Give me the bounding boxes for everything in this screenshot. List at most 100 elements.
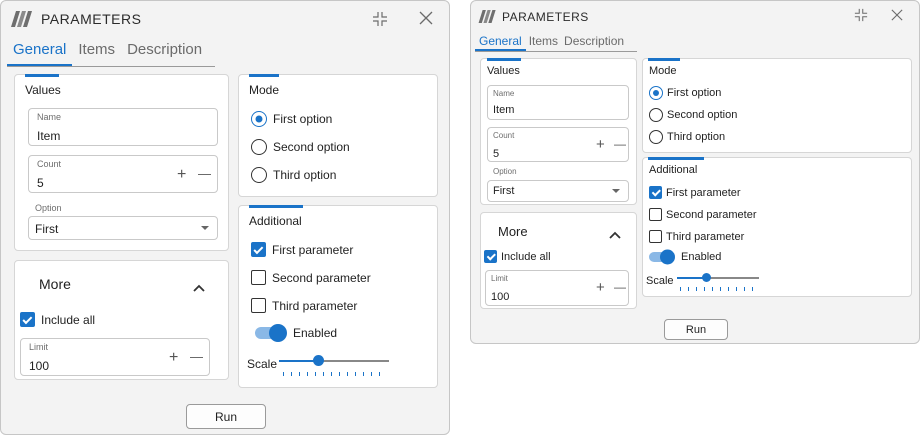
third-parameter-checkbox[interactable]: Third parameter <box>649 230 744 243</box>
count-field[interactable]: Count 5 + — <box>28 155 218 193</box>
second-parameter-checkbox[interactable]: Second parameter <box>649 208 757 221</box>
radio-selected-icon <box>251 111 267 127</box>
values-title: Values <box>25 83 61 97</box>
checkbox-checked-icon <box>20 312 35 327</box>
app-logo-icon <box>11 11 32 27</box>
parameter-label: Third parameter <box>272 298 358 313</box>
slider-ticks <box>283 372 383 376</box>
name-field[interactable]: Name Item <box>487 85 629 120</box>
app-logo-icon <box>478 10 496 23</box>
option-select[interactable]: First <box>28 216 218 240</box>
option-label: Option <box>35 203 62 213</box>
first-parameter-checkbox[interactable]: First parameter <box>251 242 353 257</box>
tab-description[interactable]: Description <box>121 41 208 66</box>
radio-third-option[interactable]: Third option <box>251 167 336 183</box>
name-field[interactable]: Name Item <box>28 108 218 146</box>
radio-label: Third option <box>273 168 337 182</box>
mode-title: Mode <box>249 83 280 97</box>
enabled-toggle[interactable]: Enabled <box>649 249 721 265</box>
include-all-checkbox[interactable]: Include all <box>20 312 95 327</box>
radio-label: First option <box>273 112 333 126</box>
limit-field[interactable]: Limit 100 + — <box>20 338 210 376</box>
slider-ticks <box>680 287 756 291</box>
chevron-up-icon[interactable] <box>193 279 205 297</box>
include-all-label: Include all <box>41 312 96 327</box>
tab-general[interactable]: General <box>7 41 73 66</box>
radio-label: Third option <box>667 131 726 143</box>
enabled-label: Enabled <box>293 326 338 340</box>
increment-icon[interactable]: + <box>177 166 186 184</box>
close-icon[interactable] <box>419 11 433 28</box>
radio-unselected-icon <box>649 108 663 122</box>
count-label: Count <box>493 131 515 140</box>
radio-unselected-icon <box>649 130 663 144</box>
radio-label: Second option <box>273 140 350 154</box>
limit-field[interactable]: Limit 100 + — <box>485 270 629 306</box>
decrement-icon[interactable]: — <box>198 166 211 181</box>
toggle-track <box>255 324 287 342</box>
more-group: More Include all Limit 100 + — <box>480 212 637 309</box>
radio-second-option[interactable]: Second option <box>649 108 737 122</box>
name-label: Name <box>493 89 515 98</box>
decrement-icon[interactable]: — <box>614 280 626 294</box>
third-parameter-checkbox[interactable]: Third parameter <box>251 298 357 313</box>
tab-items[interactable]: Items <box>72 41 121 66</box>
first-parameter-checkbox[interactable]: First parameter <box>649 186 741 199</box>
option-label: Option <box>493 167 517 176</box>
tab-bar: General Items Description <box>475 34 637 52</box>
slider-thumb[interactable] <box>701 273 711 282</box>
checkbox-checked-icon <box>251 242 266 257</box>
values-title: Values <box>487 65 520 77</box>
include-all-label: Include all <box>501 250 551 263</box>
close-icon[interactable] <box>891 9 903 24</box>
radio-label: First option <box>667 87 722 99</box>
radio-second-option[interactable]: Second option <box>251 139 350 155</box>
increment-icon[interactable]: + <box>169 349 178 367</box>
window-title: PARAMETERS <box>41 11 142 27</box>
checkbox-unchecked-icon <box>251 270 266 285</box>
decrement-icon[interactable]: — <box>190 349 203 364</box>
radio-first-option[interactable]: First option <box>251 111 332 127</box>
parameter-label: Second parameter <box>666 208 757 221</box>
limit-label: Limit <box>29 342 49 352</box>
group-accent <box>648 157 704 160</box>
limit-label: Limit <box>491 274 508 283</box>
radio-unselected-icon <box>251 139 267 155</box>
count-field[interactable]: Count 5 + — <box>487 127 629 162</box>
chevron-down-icon <box>612 189 620 193</box>
second-parameter-checkbox[interactable]: Second parameter <box>251 270 371 285</box>
collapse-icon[interactable] <box>372 11 388 30</box>
enabled-toggle[interactable]: Enabled <box>255 324 338 342</box>
radio-first-option[interactable]: First option <box>649 86 721 100</box>
slider-thumb[interactable] <box>312 355 324 366</box>
radio-selected-icon <box>649 86 663 100</box>
count-value: 5 <box>493 148 500 160</box>
tab-items[interactable]: Items <box>526 34 561 51</box>
option-select[interactable]: First <box>487 180 629 202</box>
mode-group: Mode First option Second option Third op… <box>238 74 438 197</box>
include-all-checkbox[interactable]: Include all <box>484 250 551 263</box>
collapse-icon[interactable] <box>854 8 868 25</box>
tab-general[interactable]: General <box>475 34 526 51</box>
title-bar: PARAMETERS <box>471 1 919 31</box>
tab-description[interactable]: Description <box>561 34 627 51</box>
increment-icon[interactable]: + <box>596 136 605 153</box>
scale-slider[interactable] <box>279 354 389 380</box>
checkbox-unchecked-icon <box>251 298 266 313</box>
chevron-up-icon[interactable] <box>609 226 621 244</box>
run-button[interactable]: Run <box>664 319 728 340</box>
decrement-icon[interactable]: — <box>614 137 626 151</box>
scale-slider[interactable] <box>677 272 759 294</box>
increment-icon[interactable]: + <box>596 279 605 296</box>
count-value: 5 <box>37 176 44 190</box>
checkbox-unchecked-icon <box>649 230 662 243</box>
parameters-window: PARAMETERS General Items Description Val… <box>470 0 920 344</box>
toggle-track <box>649 249 675 265</box>
radio-label: Second option <box>667 109 738 121</box>
radio-third-option[interactable]: Third option <box>649 130 725 144</box>
name-value: Item <box>493 104 515 116</box>
run-button[interactable]: Run <box>186 404 266 429</box>
values-group: Values Name Item Count 5 + — Option Firs… <box>14 74 229 251</box>
chevron-down-icon <box>201 226 209 230</box>
checkbox-checked-icon <box>484 250 497 263</box>
